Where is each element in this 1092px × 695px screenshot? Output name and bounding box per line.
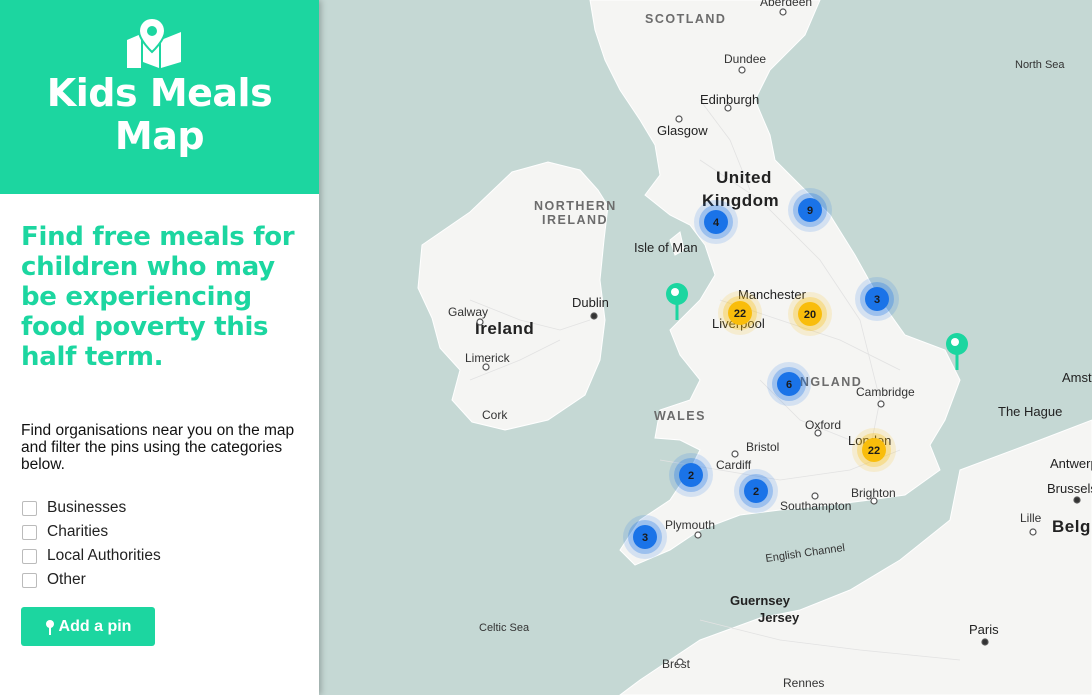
filter-label: Charities <box>47 523 109 540</box>
filter-charities[interactable]: Charities <box>22 520 161 544</box>
cluster-marker[interactable]: 4 <box>694 200 738 244</box>
plymouth-label: Plymouth <box>665 518 715 532</box>
bristol-label: Bristol <box>746 440 779 454</box>
add-pin-button[interactable]: Add a pin <box>21 607 155 646</box>
rennes-label: Rennes <box>783 676 824 690</box>
cluster-count: 2 <box>753 486 759 498</box>
scotland-label: SCOTLAND <box>645 12 726 26</box>
map-pin-logo-icon <box>127 18 181 68</box>
filter-label: Other <box>47 571 86 588</box>
checkbox[interactable] <box>22 524 37 540</box>
category-filters: Businesses Charities Local Authorities O… <box>22 496 161 592</box>
cambridge-label: Cambridge <box>856 385 915 399</box>
filter-label: Local Authorities <box>47 547 161 564</box>
guernsey-label: Guernsey <box>730 593 791 608</box>
filter-local-authorities[interactable]: Local Authorities <box>22 544 161 568</box>
cluster-count: 22 <box>734 308 746 320</box>
pin-highlight <box>671 288 679 296</box>
ireland-region-label: IRELAND <box>542 213 608 227</box>
jersey-label: Jersey <box>758 610 800 625</box>
checkbox[interactable] <box>22 500 37 516</box>
filter-businesses[interactable]: Businesses <box>22 496 161 520</box>
cardiff-label: Cardiff <box>716 458 752 472</box>
cork-label: Cork <box>482 408 508 422</box>
limerick-label: Limerick <box>465 351 511 365</box>
add-pin-label: Add a pin <box>58 617 132 635</box>
northern-label: NORTHERN <box>534 199 617 213</box>
cluster-marker[interactable]: 22 <box>852 428 896 472</box>
lille-label: Lille <box>1020 511 1042 525</box>
galway-label: Galway <box>448 305 488 319</box>
north-sea-label: North Sea <box>1015 59 1065 71</box>
dublin-label: Dublin <box>572 295 609 310</box>
filter-other[interactable]: Other <box>22 568 161 592</box>
tagline: Find free meals for children who may be … <box>21 222 295 372</box>
glasgow-label: Glasgow <box>657 123 708 138</box>
celtic-sea-label: Celtic Sea <box>479 622 530 634</box>
cluster-marker[interactable]: 9 <box>788 188 832 232</box>
belgium-label: Belgium <box>1052 517 1092 536</box>
cluster-count: 3 <box>874 294 880 306</box>
intro-text: Find organisations near you on the map a… <box>21 422 295 473</box>
oxford-label: Oxford <box>805 418 841 432</box>
amsterdam-label: Amsterdam <box>1062 370 1092 385</box>
checkbox[interactable] <box>22 572 37 588</box>
antwerp-label: Antwerp <box>1050 456 1092 471</box>
cluster-count: 3 <box>642 532 648 544</box>
brussels-label: Brussels <box>1047 481 1092 496</box>
cluster-count: 9 <box>807 205 813 217</box>
cluster-count: 20 <box>804 309 816 321</box>
app-title-line2: Map <box>114 114 205 158</box>
cluster-marker[interactable]: 22 <box>718 291 762 335</box>
ireland-label: Ireland <box>475 319 534 338</box>
cluster-marker[interactable]: 6 <box>767 362 811 406</box>
wales-label: WALES <box>654 409 706 423</box>
edinburgh-label: Edinburgh <box>700 92 759 107</box>
aberdeen-label: Aberdeen <box>760 0 812 9</box>
app-title-line1: Kids Meals <box>46 71 273 115</box>
cluster-marker[interactable]: 3 <box>855 277 899 321</box>
cluster-marker[interactable]: 20 <box>788 292 832 336</box>
cluster-marker[interactable]: 3 <box>623 515 667 559</box>
filter-label: Businesses <box>47 499 127 516</box>
isle-of-man-label: Isle of Man <box>634 240 698 255</box>
paris-label: Paris <box>969 622 999 637</box>
checkbox[interactable] <box>22 548 37 564</box>
cluster-marker[interactable]: 2 <box>669 453 713 497</box>
app-title: Kids Meals Map <box>0 72 319 158</box>
pin-highlight <box>951 338 959 346</box>
southampton-label: Southampton <box>780 499 851 513</box>
brand-header: Kids Meals Map <box>0 0 319 194</box>
the-hague-label: The Hague <box>998 404 1062 419</box>
cluster-count: 22 <box>868 445 880 457</box>
pin-icon <box>45 619 54 635</box>
sidebar: Kids Meals Map Find free meals for child… <box>0 0 319 695</box>
united-label: United <box>716 168 772 187</box>
dundee-label: Dundee <box>724 52 766 66</box>
cluster-marker[interactable]: 2 <box>734 469 778 513</box>
cluster-count: 6 <box>786 379 792 391</box>
cluster-count: 4 <box>713 217 720 229</box>
brest-label: Brest <box>662 657 691 671</box>
cluster-count: 2 <box>688 470 694 482</box>
